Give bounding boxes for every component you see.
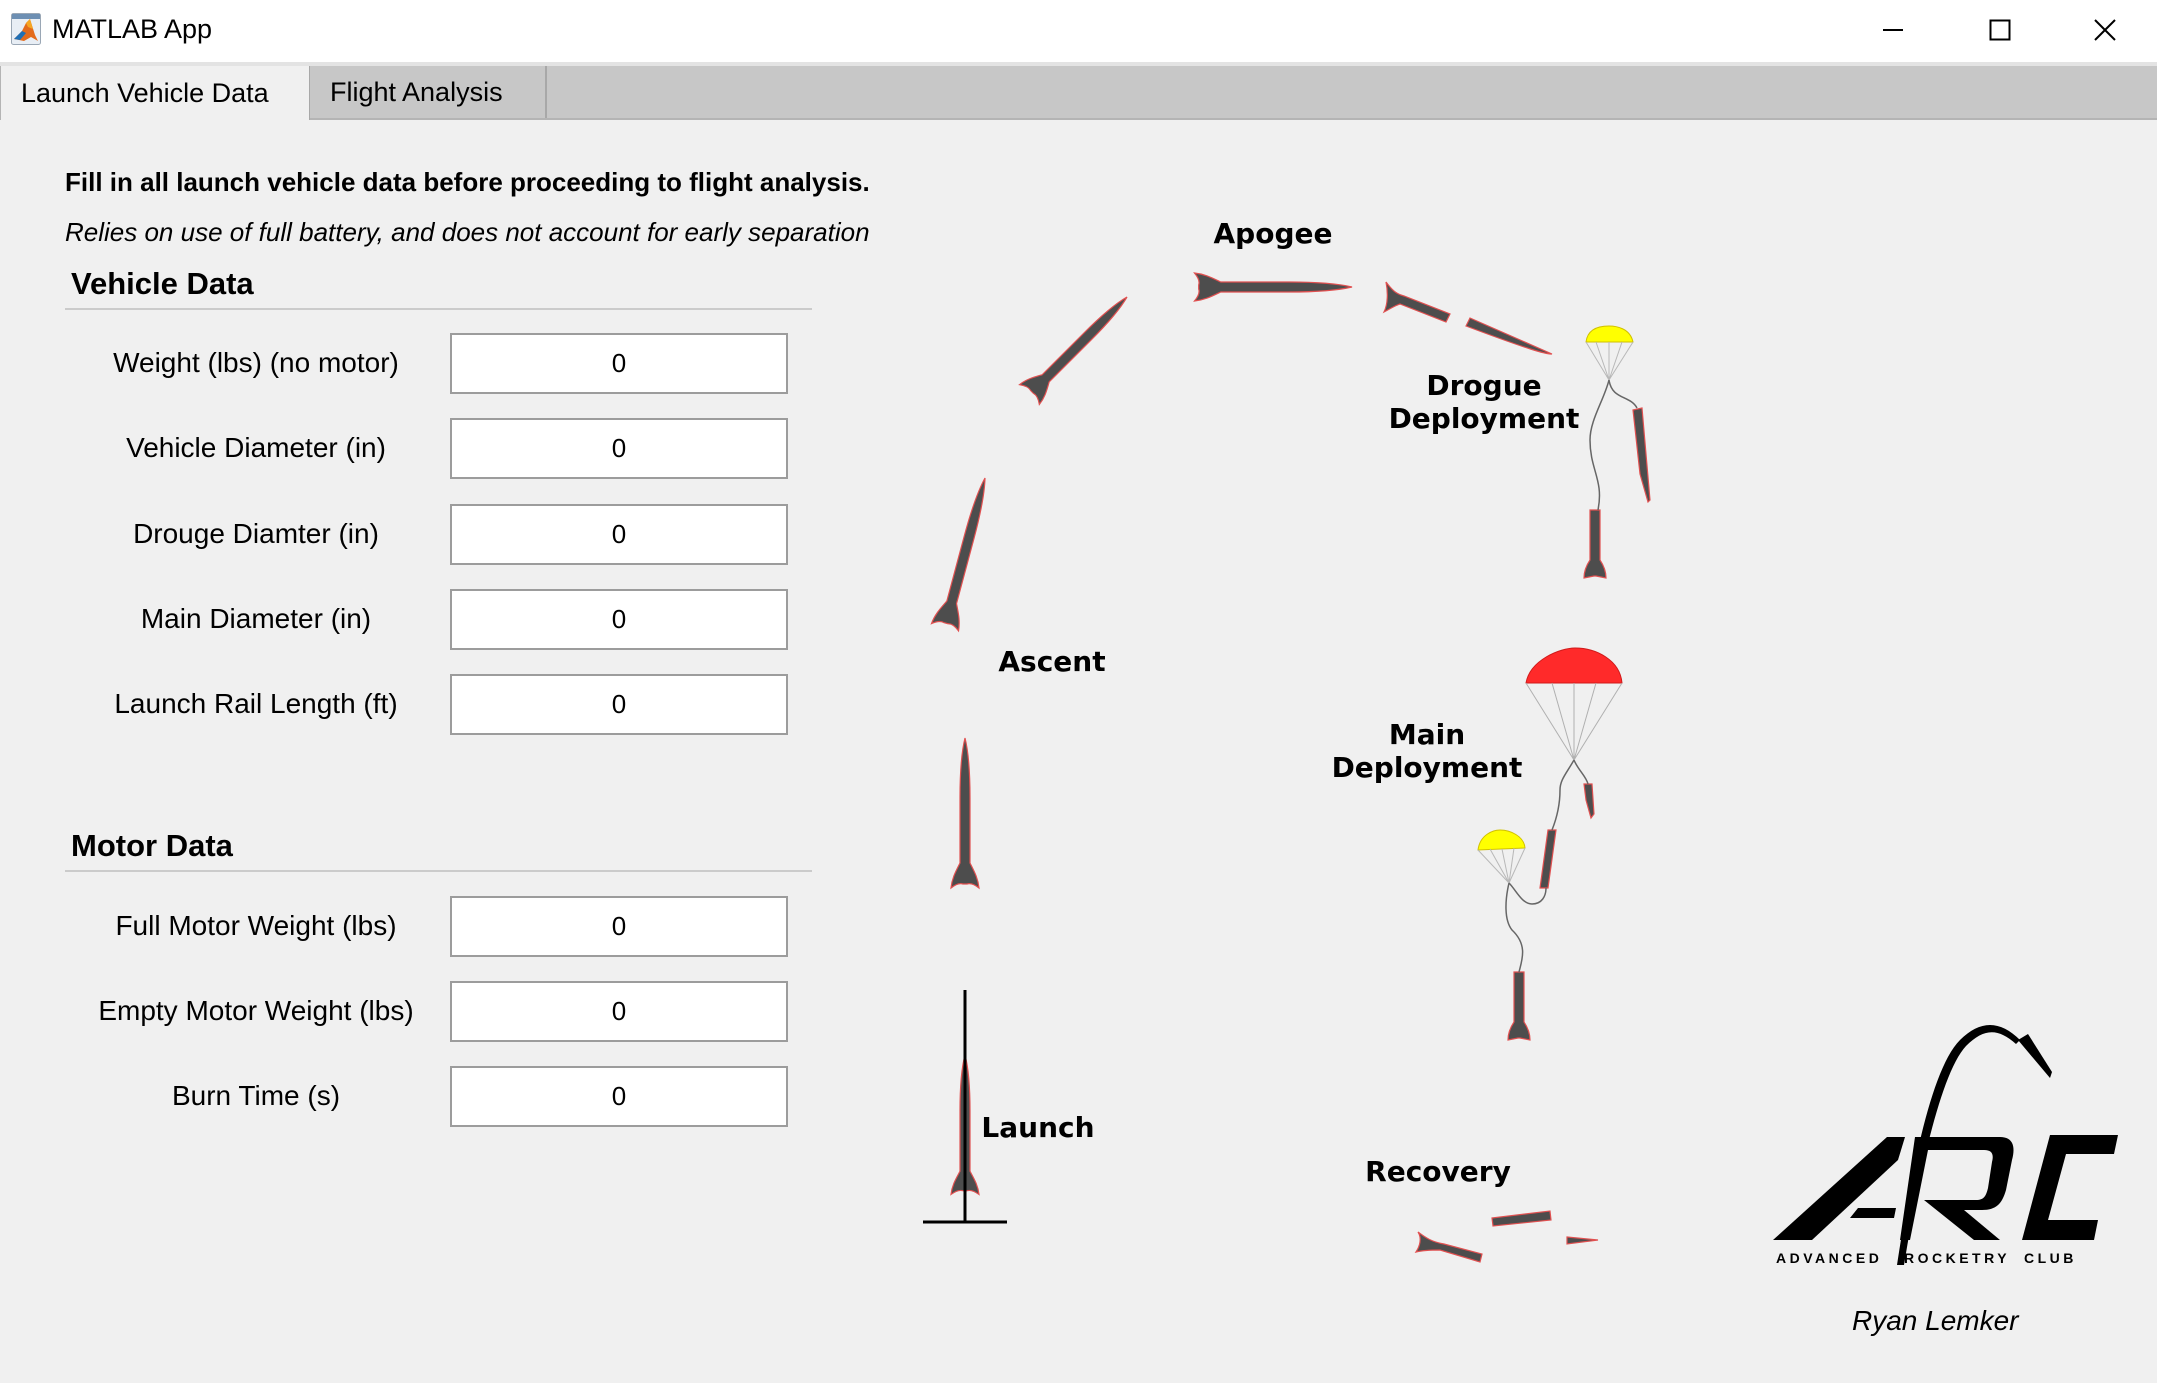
author-name: Ryan Lemker: [1852, 1305, 2019, 1336]
small-drogue-parachute-icon: [1477, 829, 1547, 973]
logo-rocket-icon: [2018, 1034, 2052, 1078]
main-deployment-label-line1: Main: [1389, 718, 1465, 751]
launch-rail-length-label: Launch Rail Length (ft): [114, 688, 398, 719]
rocket-bodies: [930, 272, 1651, 1263]
ascent-label: Ascent: [998, 645, 1105, 678]
drogue-deployment-label-line1: Drogue: [1426, 369, 1541, 402]
drogue-upper-section-icon: [1632, 407, 1651, 504]
main-parachute-icon: [1525, 647, 1623, 831]
arc-logo: ADVANCED ROCKETRY CLUB: [1773, 1025, 2118, 1266]
logo-letter-a: [1773, 1137, 1905, 1240]
main-diameter-input[interactable]: [450, 589, 788, 650]
vehicle-diameter-input[interactable]: [450, 418, 788, 479]
logo-letter-c: [2022, 1135, 2118, 1240]
recovery-body-icon: [1491, 1210, 1552, 1227]
logo-trajectory-icon: [1897, 1025, 2020, 1265]
apogee-rocket-icon: [1193, 272, 1353, 302]
drogue-lower-booster-icon: [1583, 509, 1607, 579]
main-nose-section-icon: [1583, 783, 1595, 820]
title-bar: MATLAB App: [0, 0, 2157, 62]
empty-motor-weight-input[interactable]: [450, 981, 788, 1042]
launch-label: Launch: [981, 1111, 1094, 1144]
motor-data-heading: Motor Data: [71, 828, 233, 863]
apogee-label: Apogee: [1214, 217, 1333, 250]
logo-word-club: CLUB: [2024, 1250, 2077, 1266]
main-upper-section-icon: [1539, 829, 1557, 889]
burn-time-label: Burn Time (s): [171, 1080, 341, 1111]
recovery-booster-icon: [1414, 1231, 1483, 1263]
arc-rocket-icon: [1018, 286, 1138, 406]
full-motor-weight-label: Full Motor Weight (lbs): [115, 910, 397, 941]
ascent-tilted-rocket-icon: [930, 473, 1000, 632]
drogue-diameter-input[interactable]: [450, 504, 788, 565]
tab-launch-vehicle-data[interactable]: Launch Vehicle Data: [0, 66, 310, 120]
drogue-diameter-label: Drouge Diamter (in): [133, 518, 379, 549]
minimize-button[interactable]: [1843, 0, 1943, 60]
separation-booster-icon: [1382, 281, 1451, 323]
main-lower-booster-icon: [1507, 971, 1531, 1041]
logo-word-advanced: ADVANCED: [1776, 1250, 1882, 1266]
instruction-text: Fill in all launch vehicle data before p…: [65, 167, 870, 197]
tab-flight-analysis[interactable]: Flight Analysis: [311, 66, 547, 118]
launch-rocket-icon: [950, 1054, 980, 1196]
weight-label: Weight (lbs) (no motor): [113, 347, 399, 378]
close-button[interactable]: [2055, 0, 2155, 60]
burn-time-input[interactable]: [450, 1066, 788, 1127]
main-deployment-label-line2: Deployment: [1332, 751, 1523, 784]
minimize-icon: [1883, 29, 1903, 31]
maximize-icon: [1989, 19, 2011, 41]
tab-bar: Launch Vehicle Data Flight Analysis: [0, 66, 2157, 120]
weight-input[interactable]: [450, 333, 788, 394]
full-motor-weight-input[interactable]: [450, 896, 788, 957]
vehicle-diameter-label: Vehicle Diameter (in): [126, 432, 386, 463]
disclaimer-text: Relies on use of full battery, and does …: [65, 217, 870, 247]
main-diameter-label: Main Diameter (in): [140, 603, 372, 634]
vehicle-data-heading: Vehicle Data: [71, 266, 254, 301]
ascent-rocket-icon: [950, 737, 980, 889]
recovery-label: Recovery: [1365, 1155, 1511, 1188]
launch-rail-length-input[interactable]: [450, 674, 788, 735]
logo-word-rocketry: ROCKETRY: [1904, 1250, 2010, 1266]
matlab-logo-icon: [11, 13, 41, 45]
logo-letter-r: [1900, 1137, 2014, 1240]
launch-pad-icon: [923, 990, 1007, 1224]
recovery-nose-icon: [1566, 1236, 1599, 1245]
empty-motor-weight-label: Empty Motor Weight (lbs): [98, 995, 414, 1026]
drogue-parachute-icon: [1585, 325, 1638, 511]
drogue-deployment-label-line2: Deployment: [1389, 402, 1580, 435]
vehicle-data-divider: [65, 308, 812, 310]
motor-data-divider: [65, 870, 812, 872]
separation-nose-icon: [1465, 317, 1553, 355]
maximize-button[interactable]: [1950, 0, 2050, 60]
close-icon: [2094, 19, 2116, 41]
window-title: MATLAB App: [52, 14, 213, 44]
